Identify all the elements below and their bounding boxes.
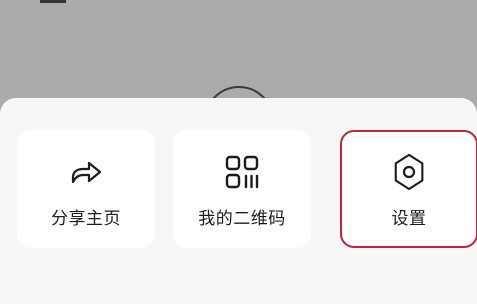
share-arrow-icon [71, 161, 102, 184]
settings-label: 设置 [391, 209, 427, 229]
settings-button[interactable]: 设置 [340, 130, 477, 248]
hexagon-settings-icon [394, 153, 424, 191]
share-homepage-label: 分享主页 [51, 209, 121, 229]
my-qr-code-button[interactable]: 我的二维码 [173, 130, 311, 248]
my-qr-code-label: 我的二维码 [198, 209, 286, 229]
status-bar-fragment [40, 0, 66, 3]
share-homepage-button[interactable]: 分享主页 [17, 130, 155, 248]
qr-code-icon [225, 155, 259, 189]
